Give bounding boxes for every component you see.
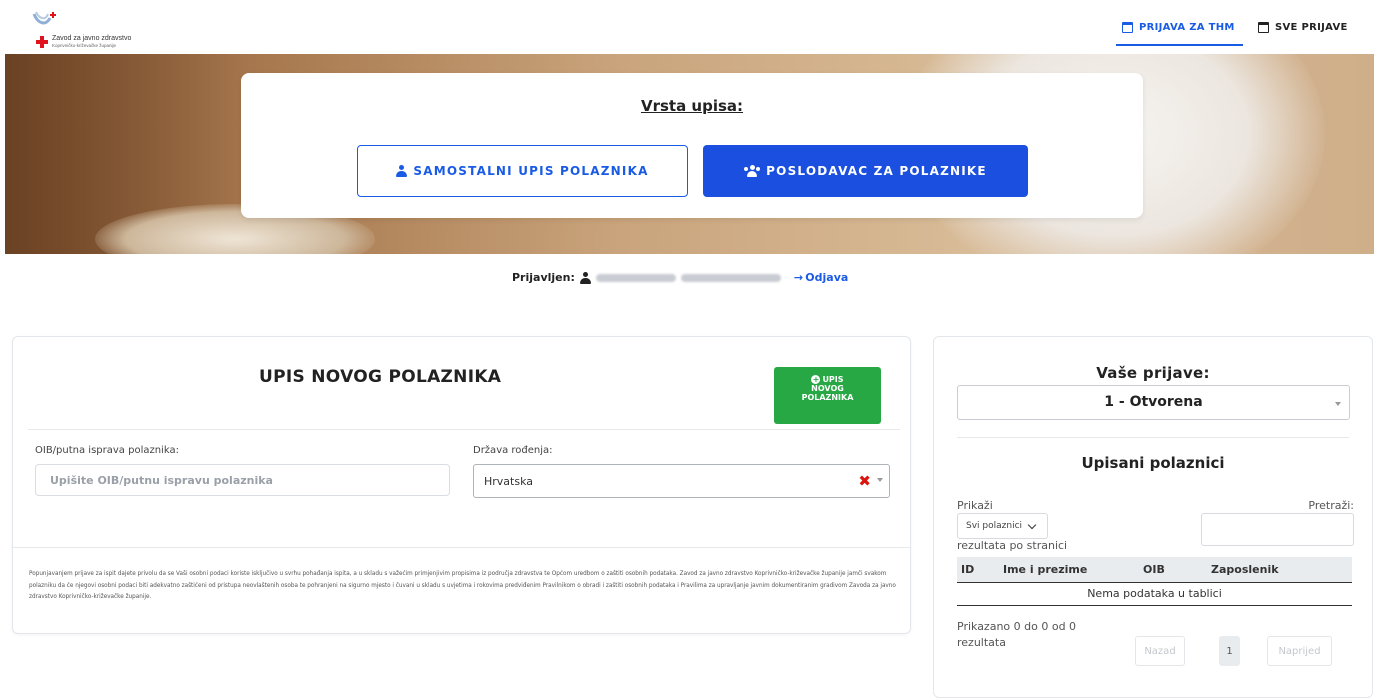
self-enrollment-button[interactable]: SAMOSTALNI UPIS POLAZNIKA <box>357 145 688 197</box>
applications-panel: Vaše prijave: 1 - Otvorena Upisani polaz… <box>933 336 1373 698</box>
users-icon <box>744 165 761 177</box>
add-student-label-2: NOVOG <box>811 384 844 393</box>
divider <box>28 429 900 430</box>
add-student-button[interactable]: + UPIS NOVOG POLAZNIKA <box>774 367 881 424</box>
self-enrollment-label: SAMOSTALNI UPIS POLAZNIKA <box>413 164 649 178</box>
add-student-label-1: UPIS <box>822 375 844 384</box>
table-header-row: ID Ime i prezime OIB Zaposlenik <box>957 557 1352 583</box>
column-id[interactable]: ID <box>957 557 1003 583</box>
divider <box>13 547 910 548</box>
country-select[interactable]: Hrvatska ✖ <box>473 464 890 498</box>
nav-prijava-thm[interactable]: PRIJAVA ZA THM <box>1116 22 1243 46</box>
logout-link[interactable]: → Odjava <box>794 271 848 284</box>
add-student-label-3: POLAZNIKA <box>801 393 854 402</box>
applications-title: Vaše prijave: <box>1096 364 1210 382</box>
redacted-user-name <box>595 273 676 282</box>
oib-placeholder: Upišite OIB/putnu ispravu polaznika <box>50 473 273 487</box>
enrollment-type-title: Vrsta upisa: <box>640 97 744 115</box>
logo[interactable]: Zavod za javno zdravstvo Koprivničko-kri… <box>30 10 160 50</box>
calendar-icon <box>1258 22 1269 33</box>
column-employee[interactable]: Zaposlenik <box>1211 557 1352 583</box>
table-row: Nema podataka u tablici <box>957 582 1352 606</box>
user-icon <box>396 165 408 177</box>
plus-circle-icon: + <box>811 375 821 384</box>
page-length-value: Svi polaznici <box>966 521 1023 531</box>
oib-input[interactable]: Upišite OIB/putnu ispravu polaznika <box>35 464 450 496</box>
logo-title: Zavod za javno zdravstvo <box>52 35 132 42</box>
employer-enrollment-button[interactable]: POSLODAVAC ZA POLAZNIKE <box>703 145 1028 197</box>
application-select-value: 1 - Otvorena <box>1104 394 1203 410</box>
logo-subtitle: Koprivničko-križevačke županije <box>52 43 117 48</box>
search-input[interactable] <box>1201 513 1354 546</box>
nav-prijava-thm-label: PRIJAVA ZA THM <box>1139 22 1235 33</box>
previous-page-button[interactable]: Nazad <box>1135 636 1185 666</box>
column-name[interactable]: Ime i prezime <box>1003 557 1143 583</box>
show-label: Prikaži <box>957 499 993 512</box>
new-student-panel: UPIS NOVOG POLAZNIKA + UPIS NOVOG POLAZNI… <box>12 336 911 634</box>
enrollment-type-card: Vrsta upisa: SAMOSTALNI UPIS POLAZNIKA P… <box>241 73 1143 218</box>
red-cross-icon <box>36 36 48 48</box>
user-icon <box>579 271 591 284</box>
new-student-title: UPIS NOVOG POLAZNIKA <box>259 367 502 387</box>
column-oib[interactable]: OIB <box>1143 557 1211 583</box>
students-table: ID Ime i prezime OIB Zaposlenik Nema pod… <box>957 557 1352 606</box>
session-label: Prijavljen: <box>512 271 575 284</box>
caret-down-icon <box>877 478 883 482</box>
nav-sve-prijave[interactable]: SVE PRIJAVE <box>1258 22 1348 33</box>
search-label: Pretraži: <box>1308 499 1354 512</box>
page-length-select[interactable]: Svi polaznici <box>957 513 1048 539</box>
logo-leaf-icon <box>32 11 56 25</box>
consent-text: Popunjavanjem prijave za ispit dajete pr… <box>29 571 896 600</box>
divider <box>957 437 1349 438</box>
oib-label: OIB/putna isprava polaznika: <box>35 445 179 456</box>
calendar-icon <box>1122 22 1133 33</box>
page-1-button[interactable]: 1 <box>1219 636 1240 666</box>
clear-icon[interactable]: ✖ <box>858 474 871 489</box>
session-info: Prijavljen: → Odjava <box>512 271 848 284</box>
table-info: Prikazano 0 do 0 od 0 rezultata <box>957 620 1077 649</box>
empty-table-message: Nema podataka u tablici <box>957 582 1352 606</box>
caret-down-icon <box>1335 402 1341 406</box>
application-select[interactable]: 1 - Otvorena <box>957 385 1350 420</box>
logout-label: Odjava <box>805 271 849 284</box>
country-label: Država rođenja: <box>473 445 553 456</box>
nav-sve-prijave-label: SVE PRIJAVE <box>1275 22 1348 33</box>
next-page-button[interactable]: Naprijed <box>1267 636 1332 666</box>
per-page-label: rezultata po stranici <box>957 539 1068 552</box>
country-value: Hrvatska <box>484 474 534 488</box>
top-header: Zavod za javno zdravstvo Koprivničko-kri… <box>0 0 1377 54</box>
employer-enrollment-label: POSLODAVAC ZA POLAZNIKE <box>766 164 987 178</box>
enrolled-title: Upisani polaznici <box>1081 454 1225 472</box>
chevron-down-icon <box>1027 520 1037 530</box>
redacted-user-oib <box>680 273 781 282</box>
